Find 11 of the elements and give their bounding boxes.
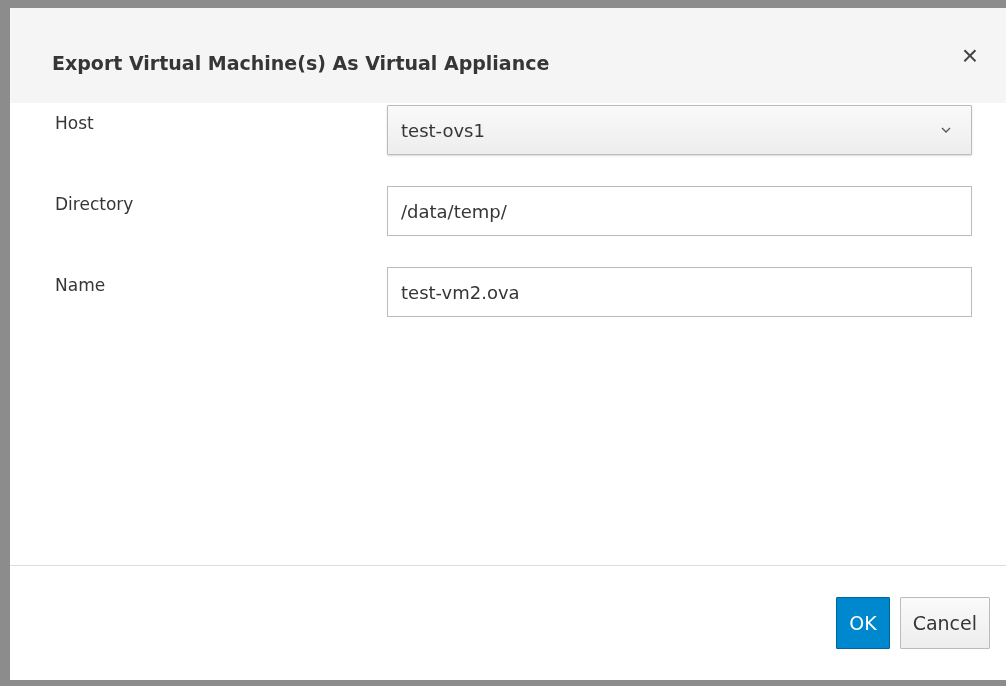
dialog-title: Export Virtual Machine(s) As Virtual Appliance	[52, 51, 550, 74]
ok-button[interactable]: OK	[836, 597, 890, 649]
chevron-down-icon	[941, 127, 951, 133]
field-label: Name	[55, 274, 107, 295]
field-label: Directory	[55, 193, 135, 214]
field-label: Host	[55, 112, 95, 133]
close-button[interactable]: ×	[961, 41, 978, 70]
text-field[interactable]: test-vm2.ova	[387, 267, 972, 317]
cancel-button[interactable]: Cancel	[899, 597, 990, 649]
host-dropdown[interactable]: test-ovs1	[387, 105, 972, 155]
text-field[interactable]: /data/temp/	[387, 186, 972, 236]
